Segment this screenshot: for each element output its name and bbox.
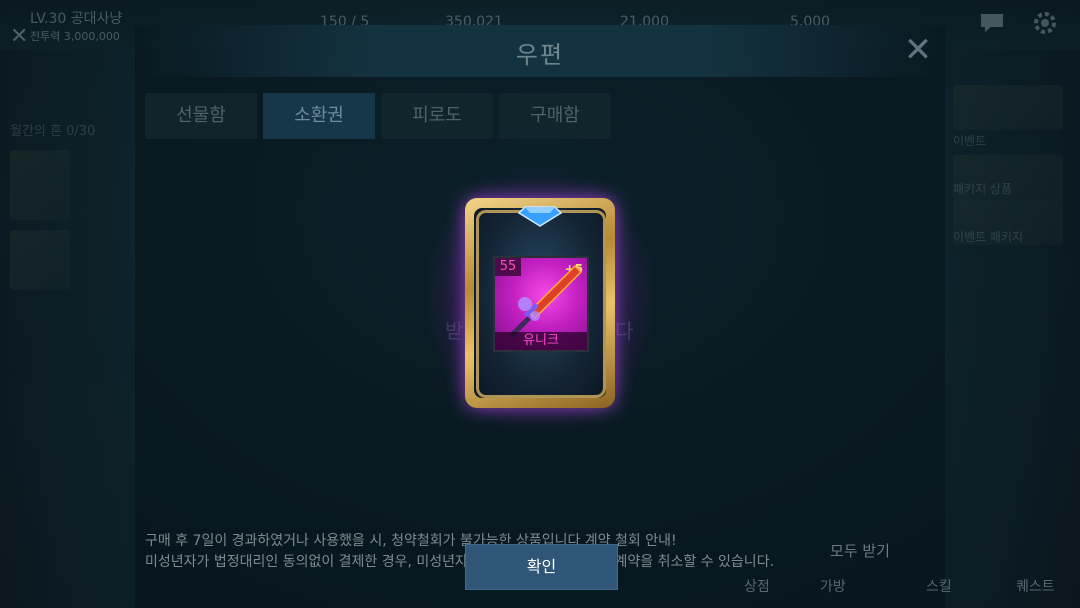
nav-quest[interactable]: 퀘스트 xyxy=(1016,576,1055,596)
combat-power: 전투력 3,000,000 xyxy=(30,30,120,43)
side-banner[interactable] xyxy=(953,85,1063,130)
banner-label: 이벤트 xyxy=(953,134,987,148)
nav-skill[interactable]: 스킬 xyxy=(926,576,952,596)
mail-tabs: 선물함 소환권 피로도 구매함 xyxy=(145,93,611,139)
close-icon[interactable]: ✕ xyxy=(10,24,28,49)
banner-label: 패키지 상품 xyxy=(953,182,1013,196)
item-grade: 유니크 xyxy=(495,332,587,350)
player-level: LV.30 공대사냥 xyxy=(30,11,123,27)
nav-bag[interactable]: 가방 xyxy=(820,576,846,596)
banner-label: 이벤트 패키지 xyxy=(953,230,1024,244)
close-icon[interactable]: ✕ xyxy=(901,33,935,67)
settings-icon[interactable] xyxy=(1032,10,1058,42)
mail-title: 우편 xyxy=(515,41,565,69)
tab-fatigue[interactable]: 피로도 xyxy=(381,93,493,139)
right-side-panel: 이벤트 패키지 상품 이벤트 패키지 xyxy=(945,50,1080,608)
side-thumbnail[interactable] xyxy=(10,230,70,290)
confirm-button[interactable]: 확인 xyxy=(465,544,618,590)
chat-icon[interactable] xyxy=(978,10,1006,42)
monthly-counter: 월간의 흔 0/30 xyxy=(10,124,96,139)
side-thumbnail[interactable] xyxy=(10,150,70,220)
gem-icon xyxy=(517,206,563,227)
tab-summon-tickets[interactable]: 소환권 xyxy=(263,93,375,139)
tab-purchases[interactable]: 구매함 xyxy=(499,93,611,139)
nav-shop[interactable]: 상점 xyxy=(744,576,770,596)
tab-gifts[interactable]: 선물함 xyxy=(145,93,257,139)
reward-item[interactable]: 55 +5 유니크 xyxy=(493,256,589,352)
receive-all-button[interactable]: 모두 받기 xyxy=(805,536,915,566)
left-side-panel: 월간의 흔 0/30 xyxy=(0,50,135,608)
